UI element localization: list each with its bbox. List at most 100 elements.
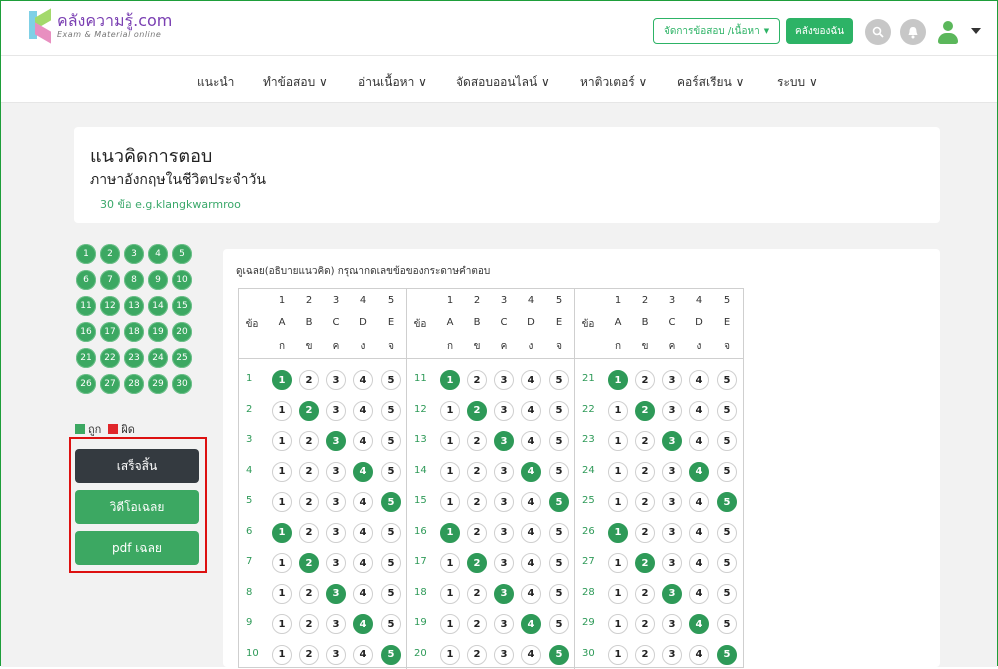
answer-bubble[interactable]: 3 (662, 553, 682, 573)
question-bubble[interactable]: 24 (148, 348, 168, 368)
answer-bubble[interactable]: 1 (608, 461, 628, 482)
answer-bubble[interactable]: 4 (521, 400, 541, 421)
answer-bubble[interactable]: 5 (381, 370, 401, 390)
row-number[interactable]: 17 (414, 556, 432, 567)
answer-bubble[interactable]: 3 (326, 492, 346, 512)
answer-bubble[interactable]: 1 (440, 644, 460, 665)
answer-bubble[interactable]: 3 (494, 492, 514, 512)
answer-bubble[interactable]: 3 (662, 461, 682, 482)
answer-bubble[interactable]: 3 (662, 614, 682, 634)
nav-read-content[interactable]: อ่านเนื้อหา ∨ (358, 73, 427, 92)
answer-bubble[interactable]: 5 (549, 431, 569, 451)
row-number[interactable]: 5 (246, 495, 264, 506)
answer-bubble[interactable]: 3 (494, 370, 514, 390)
answer-bubble[interactable]: 2 (299, 492, 319, 512)
question-bubble[interactable]: 16 (76, 322, 96, 342)
answer-bubble[interactable]: 5 (381, 553, 401, 573)
answer-bubble[interactable]: 2 (635, 431, 655, 451)
answer-bubble[interactable]: 2 (467, 522, 487, 543)
answer-bubble[interactable]: 2 (635, 583, 655, 604)
answer-bubble[interactable]: 1 (440, 492, 460, 512)
answer-bubble[interactable]: 4 (521, 431, 541, 451)
correct-answer-bubble[interactable]: 3 (494, 431, 514, 451)
answer-bubble[interactable]: 1 (272, 461, 292, 482)
correct-answer-bubble[interactable]: 3 (326, 583, 346, 604)
row-number[interactable]: 1 (246, 373, 264, 384)
answer-bubble[interactable]: 1 (440, 400, 460, 421)
question-bubble[interactable]: 26 (76, 374, 96, 394)
answer-bubble[interactable]: 2 (299, 644, 319, 665)
answer-bubble[interactable]: 1 (440, 553, 460, 573)
answer-bubble[interactable]: 5 (549, 522, 569, 543)
user-avatar-icon[interactable] (935, 19, 961, 45)
question-bubble[interactable]: 2 (100, 244, 120, 264)
correct-answer-bubble[interactable]: 3 (494, 583, 514, 604)
answer-bubble[interactable]: 5 (381, 400, 401, 421)
answer-bubble[interactable]: 1 (440, 431, 460, 451)
answer-bubble[interactable]: 2 (299, 522, 319, 543)
correct-answer-bubble[interactable]: 5 (717, 644, 737, 665)
correct-answer-bubble[interactable]: 5 (549, 492, 569, 512)
correct-answer-bubble[interactable]: 4 (353, 614, 373, 634)
question-bubble[interactable]: 12 (100, 296, 120, 316)
answer-bubble[interactable]: 2 (635, 644, 655, 665)
answer-bubble[interactable]: 1 (608, 400, 628, 421)
row-number[interactable]: 24 (582, 465, 600, 476)
correct-answer-bubble[interactable]: 1 (608, 522, 628, 543)
correct-answer-bubble[interactable]: 2 (467, 400, 487, 421)
site-logo[interactable]: คลังความรู้.com Exam & Material online (29, 8, 172, 44)
row-number[interactable]: 22 (582, 404, 600, 415)
answer-bubble[interactable]: 3 (326, 644, 346, 665)
answer-bubble[interactable]: 5 (717, 522, 737, 543)
question-bubble[interactable]: 22 (100, 348, 120, 368)
answer-bubble[interactable]: 1 (608, 614, 628, 634)
nav-intro[interactable]: แนะนำ (197, 73, 234, 92)
question-bubble[interactable]: 14 (148, 296, 168, 316)
row-number[interactable]: 26 (582, 526, 600, 537)
row-number[interactable]: 16 (414, 526, 432, 537)
answer-bubble[interactable]: 2 (299, 370, 319, 390)
answer-bubble[interactable]: 4 (521, 492, 541, 512)
correct-answer-bubble[interactable]: 2 (299, 553, 319, 573)
question-bubble[interactable]: 27 (100, 374, 120, 394)
answer-bubble[interactable]: 2 (635, 370, 655, 390)
manage-content-button[interactable]: จัดการข้อสอบ /เนื้อหา ▼ (653, 18, 781, 44)
search-icon[interactable] (865, 19, 891, 45)
question-bubble[interactable]: 5 (172, 244, 192, 264)
answer-bubble[interactable]: 5 (717, 461, 737, 482)
answer-bubble[interactable]: 3 (662, 522, 682, 543)
question-bubble[interactable]: 19 (148, 322, 168, 342)
correct-answer-bubble[interactable]: 2 (299, 400, 319, 421)
pdf-solution-button[interactable]: pdf เฉลย (75, 531, 199, 565)
row-number[interactable]: 6 (246, 526, 264, 537)
correct-answer-bubble[interactable]: 5 (549, 644, 569, 665)
answer-bubble[interactable]: 1 (272, 644, 292, 665)
row-number[interactable]: 20 (414, 648, 432, 659)
answer-bubble[interactable]: 5 (549, 614, 569, 634)
question-bubble[interactable]: 6 (76, 270, 96, 290)
question-bubble[interactable]: 29 (148, 374, 168, 394)
answer-bubble[interactable]: 3 (326, 370, 346, 390)
question-bubble[interactable]: 17 (100, 322, 120, 342)
row-number[interactable]: 13 (414, 434, 432, 445)
bell-icon[interactable] (900, 19, 926, 45)
row-number[interactable]: 10 (246, 648, 264, 659)
answer-bubble[interactable]: 3 (494, 400, 514, 421)
answer-bubble[interactable]: 3 (494, 553, 514, 573)
answer-bubble[interactable]: 4 (353, 522, 373, 543)
row-number[interactable]: 25 (582, 495, 600, 506)
correct-answer-bubble[interactable]: 5 (381, 492, 401, 512)
correct-answer-bubble[interactable]: 3 (662, 431, 682, 451)
answer-bubble[interactable]: 4 (521, 370, 541, 390)
user-menu-caret-icon[interactable] (971, 28, 981, 34)
answer-bubble[interactable]: 4 (353, 400, 373, 421)
nav-online-exam[interactable]: จัดสอบออนไลน์ ∨ (456, 73, 550, 92)
question-bubble[interactable]: 21 (76, 348, 96, 368)
answer-bubble[interactable]: 2 (467, 583, 487, 604)
answer-bubble[interactable]: 3 (326, 461, 346, 482)
question-bubble[interactable]: 15 (172, 296, 192, 316)
answer-bubble[interactable]: 5 (549, 583, 569, 604)
question-bubble[interactable]: 13 (124, 296, 144, 316)
question-bubble[interactable]: 3 (124, 244, 144, 264)
row-number[interactable]: 4 (246, 465, 264, 476)
